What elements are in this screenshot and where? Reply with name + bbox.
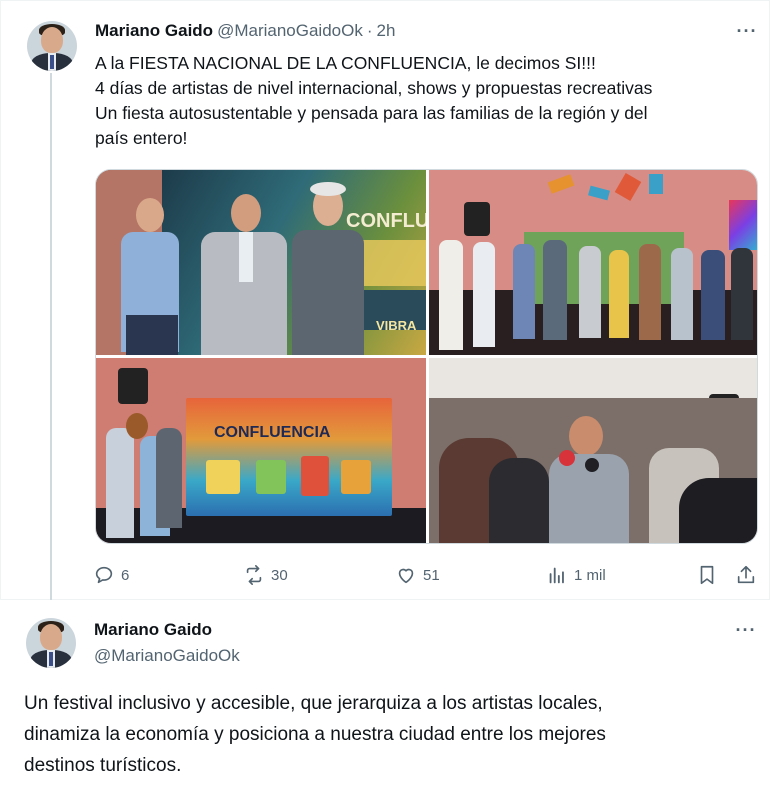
author-handle[interactable]: @MarianoGaidoOk <box>94 646 240 666</box>
tweet-text-line: destinos turísticos. <box>24 755 182 776</box>
more-icon[interactable]: ··· <box>734 621 758 644</box>
tweet-text-line: 4 días de artistas de nivel internaciona… <box>95 78 653 98</box>
tweet-text: A la FIESTA NACIONAL DE LA CONFLUENCIA, … <box>95 51 745 151</box>
reply-count: 6 <box>121 566 130 584</box>
author-name[interactable]: Mariano Gaido <box>95 21 213 41</box>
photo-press-interview[interactable] <box>429 358 757 543</box>
repost-icon <box>246 565 262 585</box>
tweet-text: Un festival inclusivo y accesible, que j… <box>24 688 754 781</box>
more-icon[interactable]: ··· <box>735 22 759 45</box>
like-icon <box>398 568 414 584</box>
tweet-timestamp[interactable]: 2h <box>377 21 396 41</box>
bookmark-icon <box>700 565 714 585</box>
tweet-text-line: país entero! <box>95 128 188 148</box>
author-handle[interactable]: @MarianoGaidoOk <box>217 21 363 41</box>
poster-word: VIBRA <box>376 318 417 333</box>
tweet-reply[interactable]: Mariano Gaido @MarianoGaidoOk ··· Un fes… <box>0 600 770 806</box>
views-button[interactable]: 1 mil <box>546 561 606 589</box>
photo-festival-screen[interactable]: CONFLUENCIA <box>96 358 426 543</box>
reply-icon <box>95 566 113 584</box>
views-count: 1 mil <box>574 566 606 584</box>
reply-button[interactable]: 6 <box>93 561 129 589</box>
avatar[interactable] <box>27 21 77 71</box>
stage-screen-title: CONFLUENCIA <box>214 424 331 441</box>
bookmark-button[interactable] <box>696 561 718 589</box>
action-bar: 6 30 51 1 mil <box>93 561 761 589</box>
photo-press-stage[interactable]: CONFLUENCIA VIBRA <box>96 170 426 355</box>
photo-group-stage[interactable] <box>429 170 757 355</box>
repost-button[interactable]: 30 <box>243 561 288 589</box>
tweet-text-line: Un festival inclusivo y accesible, que j… <box>24 693 603 714</box>
tweet-text-line: dinamiza la economía y posiciona a nuest… <box>24 724 606 745</box>
share-icon <box>737 565 755 584</box>
poster-title: CONFLUENCIA <box>346 210 426 232</box>
tweet-main[interactable]: Mariano Gaido @MarianoGaidoOk · 2h ··· A… <box>0 0 770 609</box>
tweet-text-line: Un fiesta autosustentable y pensada para… <box>95 103 648 123</box>
repost-count: 30 <box>271 566 288 584</box>
avatar[interactable] <box>26 618 76 668</box>
thread-connector-line <box>50 73 52 609</box>
author-name[interactable]: Mariano Gaido <box>94 620 212 640</box>
views-icon <box>549 567 564 584</box>
share-button[interactable] <box>735 561 757 589</box>
tweet-header: Mariano Gaido @MarianoGaidoOk · 2h <box>95 21 395 41</box>
media-grid: CONFLUENCIA VIBRA <box>95 169 758 544</box>
like-button[interactable]: 51 <box>395 561 440 589</box>
tweet-text-line: A la FIESTA NACIONAL DE LA CONFLUENCIA, … <box>95 53 596 73</box>
like-count: 51 <box>423 566 440 584</box>
header-separator: · <box>366 21 373 40</box>
